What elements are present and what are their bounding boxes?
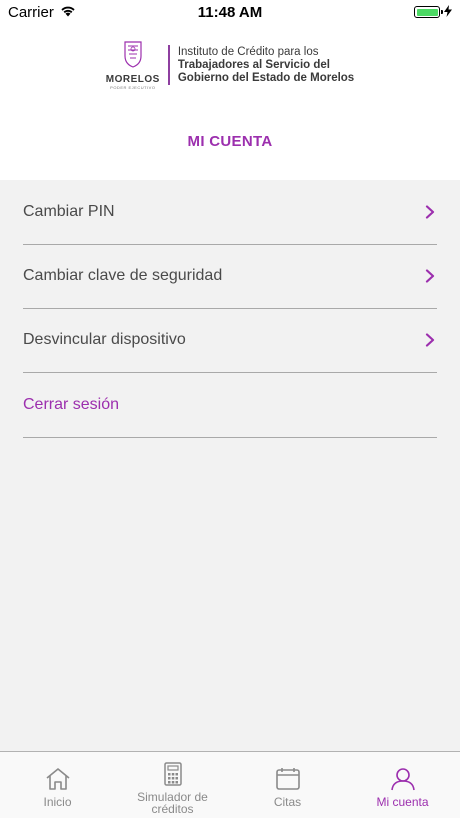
wifi-icon (60, 4, 76, 21)
tab-label: Simulador de créditos (137, 790, 208, 816)
morelos-seal: MORELOS PODER EJECUTIVO (106, 40, 160, 90)
account-menu: Cambiar PIN Cambiar clave de seguridad D… (0, 180, 460, 751)
tab-bar: Inicio Simulador de créditos Citas Mi cu… (0, 751, 460, 818)
tab-mi-cuenta[interactable]: Mi cuenta (345, 752, 460, 818)
carrier-label: Carrier (8, 3, 54, 21)
charging-icon (444, 4, 452, 21)
seal-icon (122, 40, 144, 73)
home-icon (44, 767, 72, 796)
logout-label: Cerrar sesión (23, 396, 120, 413)
chevron-right-icon (423, 205, 437, 219)
change-pin-button[interactable]: Cambiar PIN (23, 180, 437, 245)
menu-item-label: Desvincular dispositivo (23, 331, 186, 348)
unlink-device-button[interactable]: Desvincular dispositivo (23, 308, 437, 373)
change-security-key-button[interactable]: Cambiar clave de seguridad (23, 244, 437, 309)
tab-label: Mi cuenta (376, 795, 429, 809)
tab-simulador[interactable]: Simulador de créditos (115, 752, 230, 818)
user-icon (390, 767, 416, 796)
status-bar: Carrier 11:48 AM (0, 0, 460, 24)
logo-line-1: Instituto de Crédito para los (177, 45, 319, 58)
calculator-icon (163, 762, 183, 791)
battery-icon (414, 6, 443, 18)
seal-subtitle: PODER EJECUTIVO (110, 85, 156, 90)
calendar-icon (275, 767, 301, 796)
page-title: MI CUENTA (187, 133, 273, 150)
tab-inicio[interactable]: Inicio (0, 752, 115, 818)
logo-divider (167, 45, 170, 85)
logo-line-2: Trabajadores al Servicio del (177, 58, 330, 71)
chevron-right-icon (423, 269, 437, 283)
logo-line-3: Gobierno del Estado de Morelos (177, 71, 355, 84)
tab-label: Citas (273, 795, 302, 809)
institution-logo: MORELOS PODER EJECUTIVO Instituto de Cré… (0, 40, 460, 90)
menu-item-label: Cambiar PIN (23, 203, 115, 220)
tab-label: Inicio (43, 795, 72, 809)
chevron-right-icon (423, 333, 437, 347)
menu-item-label: Cambiar clave de seguridad (23, 267, 223, 284)
logout-button[interactable]: Cerrar sesión (23, 373, 437, 438)
tab-citas[interactable]: Citas (230, 752, 345, 818)
seal-name: MORELOS (105, 74, 160, 85)
